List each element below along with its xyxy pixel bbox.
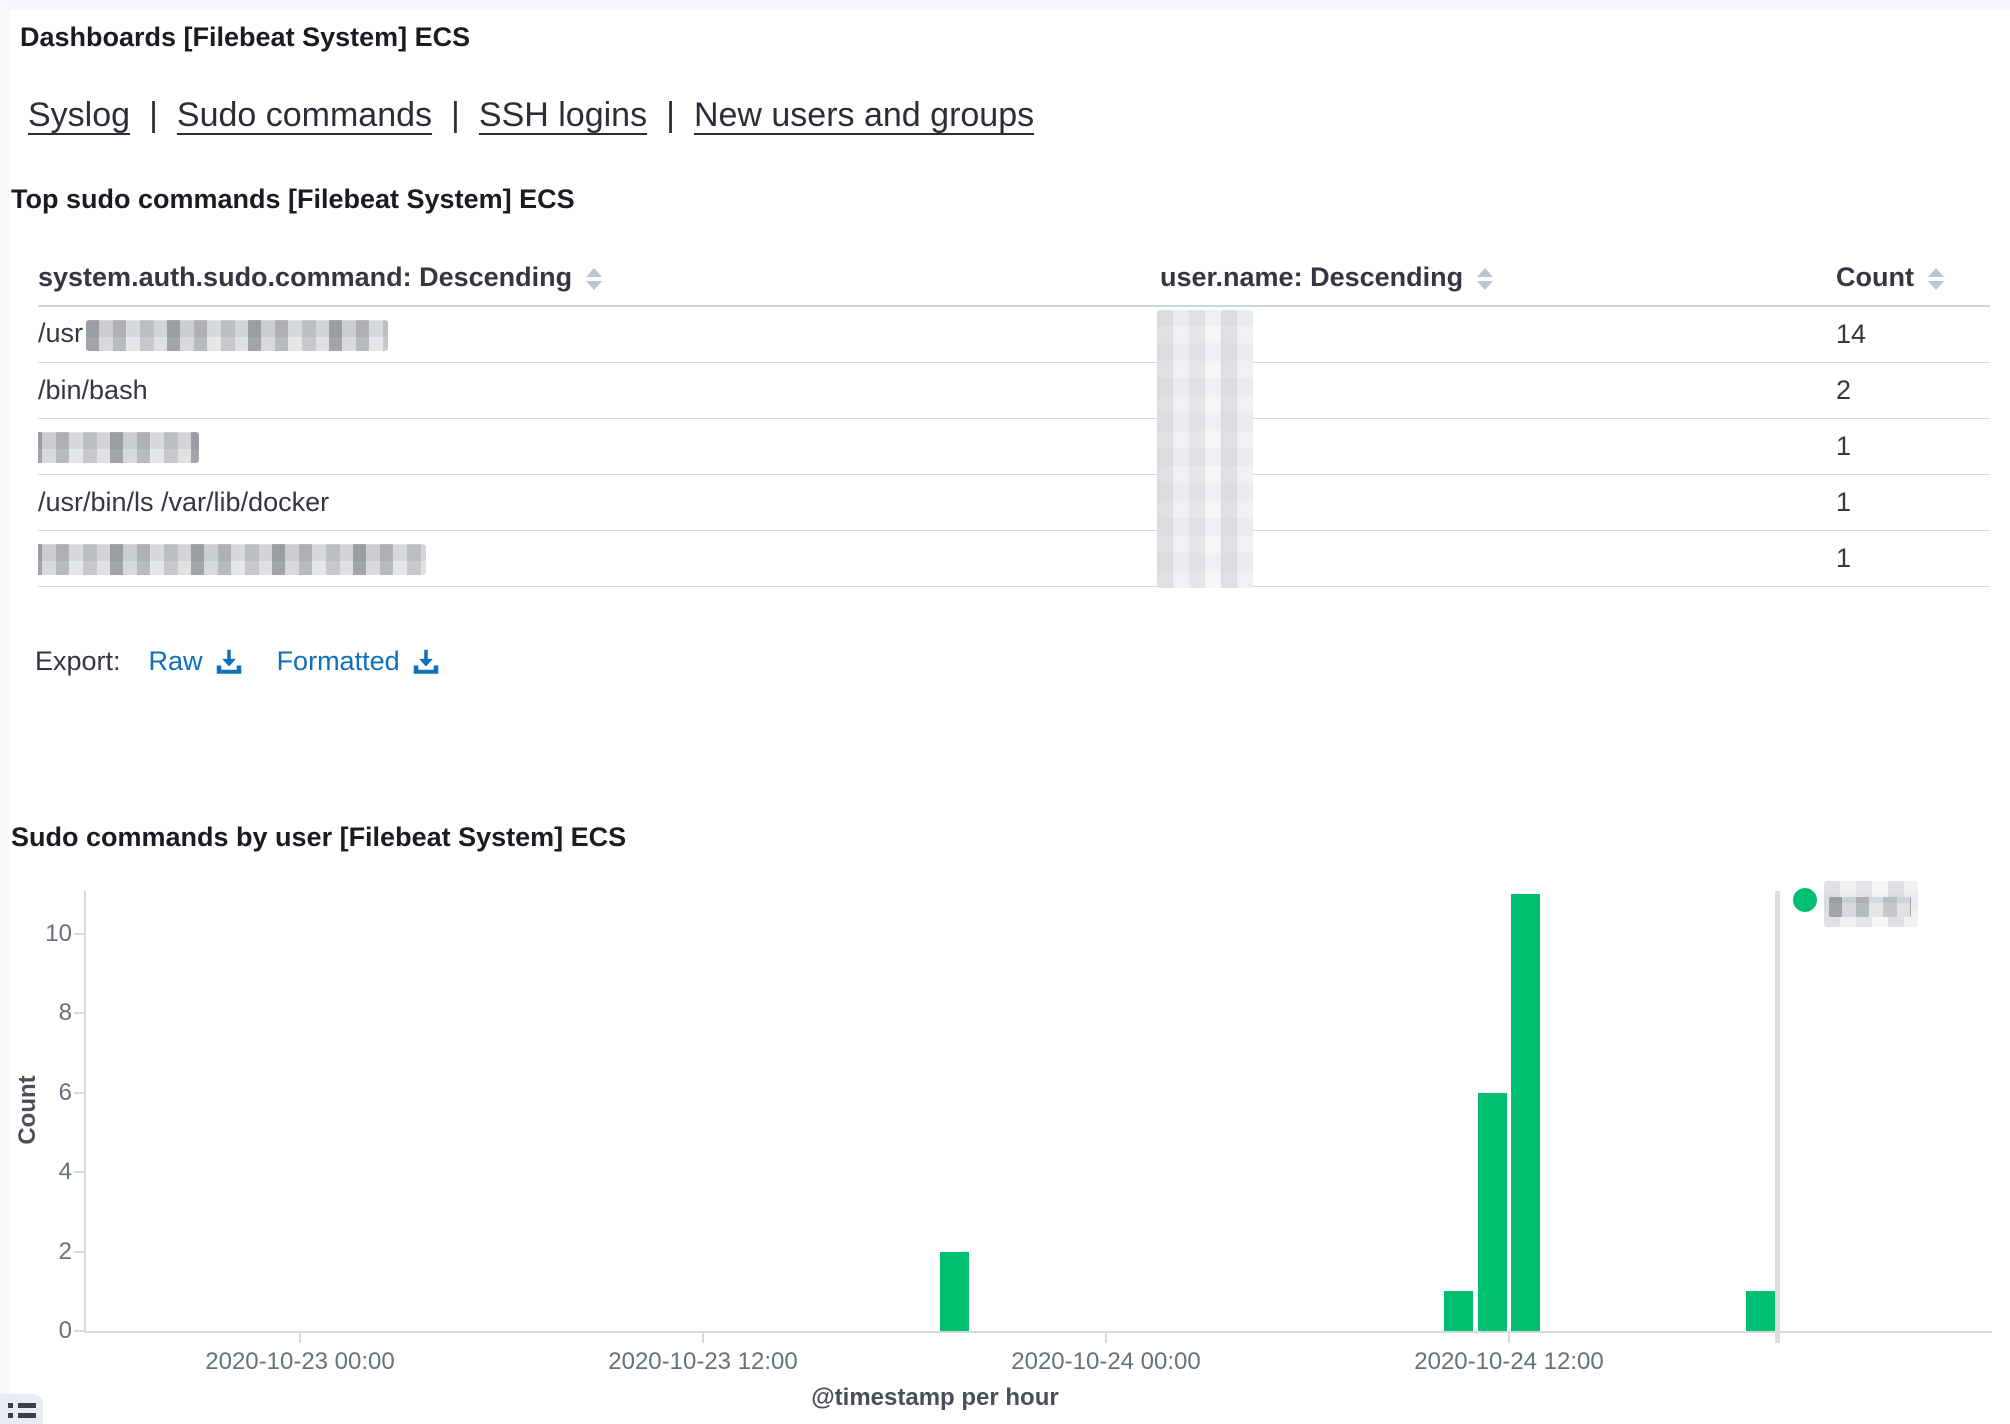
- x-tick-label: 2020-10-23 12:00: [543, 1347, 863, 1377]
- table-row: /usr 14: [38, 307, 1990, 363]
- y-tick-label: 8: [0, 998, 72, 1028]
- x-tick-mark: [702, 1333, 704, 1343]
- dashboard-nav: Syslog | Sudo commands | SSH logins | New user…: [28, 96, 1034, 135]
- count-cell: 2: [1836, 375, 1990, 406]
- nav-separator: |: [666, 96, 675, 134]
- list-icon: [8, 1403, 36, 1408]
- y-tick-mark: [74, 1171, 84, 1173]
- command-cell: /usr: [38, 318, 1160, 350]
- x-tick-mark: [299, 1333, 301, 1343]
- count-cell: 1: [1836, 487, 1990, 518]
- x-tick-mark: [1105, 1333, 1107, 1343]
- x-tick-mark: [1508, 1333, 1510, 1343]
- y-tick-mark: [74, 1092, 84, 1094]
- export-raw-link[interactable]: Raw: [149, 646, 243, 677]
- kibana-dashboard-page: Dashboards [Filebeat System] ECS Syslog |…: [0, 0, 2010, 1424]
- export-label: Export:: [35, 646, 121, 677]
- time-end-marker-line: [1775, 891, 1780, 1343]
- redacted-command: [86, 320, 388, 351]
- command-cell: [38, 430, 1160, 462]
- sort-icon[interactable]: [586, 268, 602, 290]
- table-header-row: system.auth.sudo.command: Descending user…: [38, 250, 1990, 307]
- sort-down-arrow: [586, 281, 602, 290]
- legend-series-dot[interactable]: [1793, 888, 1817, 912]
- column-header-label: user.name: Descending: [1160, 262, 1463, 292]
- count-cell: 1: [1836, 431, 1990, 462]
- download-icon: [215, 648, 243, 676]
- page-left-margin: [0, 0, 9, 1424]
- sudo-commands-table: /usr 14/bin/bash 2 1/usr/bin/ls /var/lib/do…: [38, 307, 1990, 587]
- histogram-bar[interactable]: [1478, 1093, 1507, 1331]
- x-axis-line: [84, 1331, 1992, 1333]
- legend-toggle-button[interactable]: [0, 1394, 43, 1424]
- export-row: Export: Raw Formatted: [35, 646, 440, 677]
- sort-icon[interactable]: [1477, 268, 1493, 290]
- command-text: /bin/bash: [38, 375, 148, 405]
- x-tick-label: 2020-10-24 00:00: [946, 1347, 1266, 1377]
- histogram-bar[interactable]: [1444, 1291, 1473, 1331]
- sort-up-arrow: [1477, 268, 1493, 277]
- y-tick-label: 0: [0, 1316, 72, 1346]
- column-header-user-name-descending[interactable]: user.name: Descending: [1160, 262, 1836, 293]
- histogram-bar[interactable]: [1746, 1291, 1775, 1331]
- y-tick-mark: [74, 933, 84, 935]
- nav-separator: |: [149, 96, 158, 134]
- histogram-bar[interactable]: [1511, 894, 1540, 1331]
- chart-panel-title: Sudo commands by user [Filebeat System] …: [11, 822, 626, 853]
- table-row: /usr/bin/ls /var/lib/docker 1: [38, 475, 1990, 531]
- redacted-command: [38, 544, 426, 575]
- y-tick-label: 2: [0, 1237, 72, 1267]
- nav-link-sudo-commands[interactable]: Sudo commands: [177, 96, 432, 134]
- x-tick-label: 2020-10-23 00:00: [140, 1347, 460, 1377]
- page-top-margin: [0, 0, 2010, 10]
- page-title: Dashboards [Filebeat System] ECS: [20, 22, 470, 53]
- sort-down-arrow: [1477, 281, 1493, 290]
- nav-separator: |: [451, 96, 460, 134]
- y-axis-title: Count: [14, 1040, 42, 1180]
- command-cell: /bin/bash: [38, 375, 1160, 406]
- y-tick-mark: [74, 1012, 84, 1014]
- download-icon: [412, 648, 440, 676]
- y-tick-mark: [74, 1251, 84, 1253]
- table-row: /bin/bash 2: [38, 363, 1990, 419]
- export-raw-label: Raw: [149, 646, 203, 677]
- column-header-count[interactable]: Count: [1836, 262, 1990, 293]
- table-row: 1: [38, 419, 1990, 475]
- nav-link-ssh-logins[interactable]: SSH logins: [479, 96, 647, 134]
- command-text: /usr/bin/ls /var/lib/docker: [38, 487, 329, 517]
- table-panel-title: Top sudo commands [Filebeat System] ECS: [11, 184, 575, 215]
- export-formatted-link[interactable]: Formatted: [277, 646, 440, 677]
- list-icon: [8, 1413, 36, 1418]
- export-formatted-label: Formatted: [277, 646, 400, 677]
- nav-link-new-users-and-groups[interactable]: New users and groups: [694, 96, 1034, 134]
- command-cell: [38, 542, 1160, 574]
- redacted-command: [38, 432, 199, 463]
- x-axis-title: @timestamp per hour: [735, 1384, 1135, 1412]
- command-cell: /usr/bin/ls /var/lib/docker: [38, 487, 1160, 518]
- sort-down-arrow: [1928, 281, 1944, 290]
- nav-link-syslog[interactable]: Syslog: [28, 96, 130, 134]
- y-axis-line: [84, 891, 86, 1333]
- column-header-label: Count: [1836, 262, 1914, 292]
- y-tick-label: 10: [0, 919, 72, 949]
- sort-icon[interactable]: [1928, 268, 1944, 290]
- count-cell: 14: [1836, 319, 1990, 350]
- command-text: /usr: [38, 318, 83, 348]
- redacted-user-names: [1157, 310, 1253, 588]
- histogram-bar[interactable]: [940, 1252, 969, 1331]
- column-header-label: system.auth.sudo.command: Descending: [38, 262, 572, 292]
- sort-up-arrow: [1928, 268, 1944, 277]
- x-tick-label: 2020-10-24 12:00: [1349, 1347, 1669, 1377]
- sort-up-arrow: [586, 268, 602, 277]
- redacted-legend-label-core: [1829, 897, 1911, 917]
- count-cell: 1: [1836, 543, 1990, 574]
- y-tick-mark: [74, 1330, 84, 1332]
- column-header-system-auth-sudo-command-descending[interactable]: system.auth.sudo.command: Descending: [38, 262, 1160, 293]
- table-row: 1: [38, 531, 1990, 587]
